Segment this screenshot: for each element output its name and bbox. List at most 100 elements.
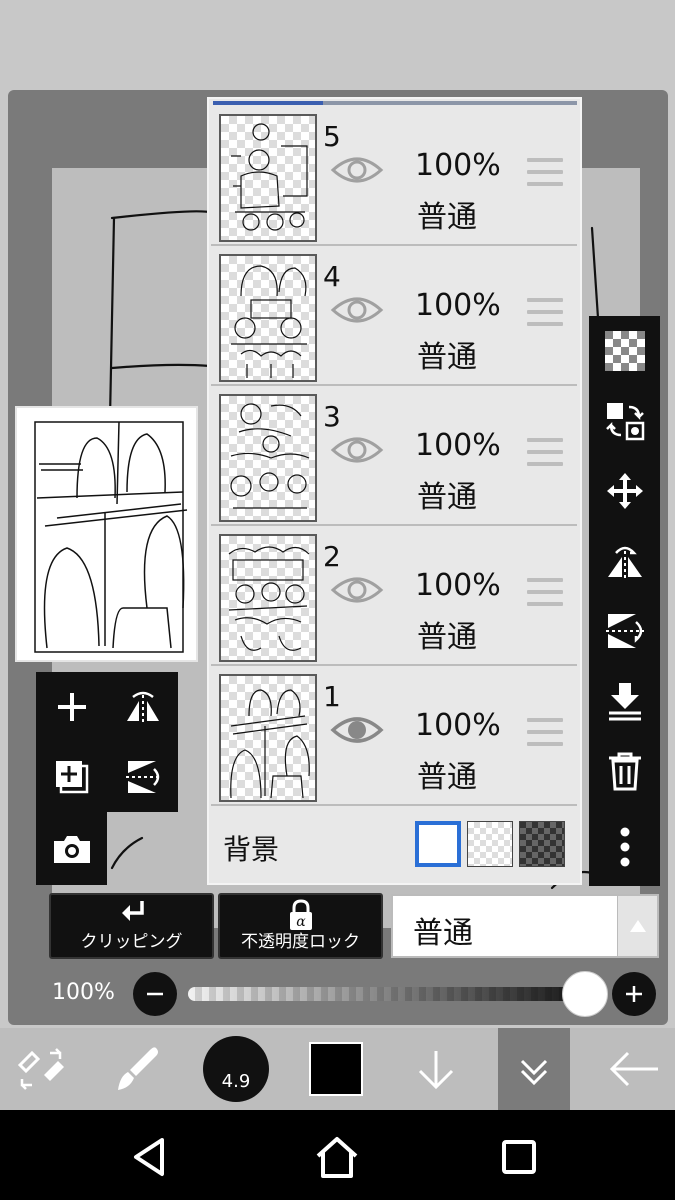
visibility-eye-icon[interactable] — [329, 430, 385, 470]
layer-opacity: 100% — [415, 288, 501, 323]
right-toolbox — [589, 316, 660, 886]
move-icon — [606, 473, 643, 509]
brush-size: 4.9 — [203, 1036, 269, 1102]
color-swatch — [309, 1042, 363, 1096]
system-nav-bar — [0, 1110, 675, 1200]
nav-back-icon[interactable] — [126, 1132, 176, 1182]
opacity-decrease-button[interactable] — [133, 972, 177, 1016]
flip-layer-horizontal-button[interactable] — [107, 672, 178, 742]
visibility-eye-icon[interactable] — [329, 710, 385, 750]
layer-row-4[interactable]: 4 100% 普通 — [211, 248, 577, 386]
left-toolbox — [36, 672, 178, 812]
download-button[interactable] — [396, 1028, 476, 1110]
flip-layer-vertical-button[interactable] — [107, 742, 178, 812]
opacity-slider-thumb[interactable] — [562, 971, 608, 1017]
swap-layer-button[interactable] — [589, 386, 660, 456]
brush-tool-button[interactable] — [96, 1028, 178, 1110]
visibility-eye-icon[interactable] — [329, 150, 385, 190]
layer-opacity: 100% — [415, 708, 501, 743]
visibility-eye-icon[interactable] — [329, 290, 385, 330]
blend-mode-select[interactable]: 普通 — [391, 894, 659, 958]
navigator-preview[interactable] — [15, 406, 198, 662]
layer-blend-mode: 普通 — [417, 620, 477, 655]
trash-icon — [608, 752, 641, 791]
visibility-eye-icon[interactable] — [329, 570, 385, 610]
drag-handle-icon[interactable] — [527, 718, 563, 748]
layer-thumbnail — [219, 534, 317, 662]
color-button[interactable] — [296, 1028, 376, 1110]
layer-thumbnail — [219, 114, 317, 242]
camera-icon — [53, 836, 90, 863]
left-toolbox-bottom — [36, 812, 107, 885]
flip-horizontal-icon — [126, 691, 159, 723]
more-icon — [620, 827, 629, 867]
layer-row-5[interactable]: 5 100% 普通 — [211, 108, 577, 246]
layer-row-3[interactable]: 3 100% 普通 — [211, 388, 577, 526]
layer-opacity: 100% — [415, 568, 501, 603]
nav-recents-icon[interactable] — [494, 1132, 544, 1182]
alpha-lock-label: 不透明度ロック — [241, 932, 360, 952]
alpha-lock-button[interactable]: α 不透明度ロック — [218, 893, 383, 959]
more-options-button[interactable] — [589, 812, 660, 882]
back-button[interactable] — [592, 1028, 675, 1110]
tool-switch-button[interactable] — [0, 1028, 82, 1110]
opacity-increase-button[interactable] — [612, 972, 656, 1016]
flip-vertical-icon — [605, 614, 644, 648]
layer-number: 3 — [323, 400, 341, 433]
clipping-label: クリッピング — [80, 932, 183, 952]
layer-row-1[interactable]: 1 100% 普通 — [211, 668, 577, 806]
drag-handle-icon[interactable] — [527, 158, 563, 188]
layer-thumbnail — [219, 674, 317, 802]
flip-vertical-button[interactable] — [589, 596, 660, 666]
swap-layer-icon — [605, 403, 644, 441]
bottom-toolbar: 4.9 — [0, 1028, 675, 1110]
layer-thumbnail — [219, 394, 317, 522]
layer-blend-mode: 普通 — [417, 340, 477, 375]
background-row: 背景 — [211, 808, 577, 883]
triangle-up-icon — [630, 920, 646, 932]
plus-icon — [626, 986, 642, 1002]
background-white-swatch[interactable] — [415, 821, 461, 867]
layer-blend-mode: 普通 — [417, 200, 477, 235]
background-dark-swatch[interactable] — [519, 821, 565, 867]
opacity-slider[interactable] — [188, 987, 600, 1001]
brush-size-button[interactable]: 4.9 — [200, 1028, 272, 1110]
duplicate-layer-icon — [55, 761, 88, 794]
transparency-button[interactable] — [589, 316, 660, 386]
blend-mode-value: 普通 — [413, 916, 473, 951]
merge-down-icon — [608, 683, 641, 721]
layers-collapse-icon — [520, 1059, 548, 1086]
layer-scrollbar-thumb[interactable] — [213, 101, 323, 105]
opacity-label: 100% — [52, 980, 115, 1005]
layer-number: 2 — [323, 540, 341, 573]
layer-blend-mode: 普通 — [417, 760, 477, 795]
drag-handle-icon[interactable] — [527, 438, 563, 468]
nav-home-icon[interactable] — [312, 1132, 362, 1182]
add-layer-icon — [57, 693, 86, 721]
brush-size-label: 4.9 — [221, 1071, 251, 1092]
background-label: 背景 — [223, 833, 280, 866]
back-arrow-icon — [609, 1051, 658, 1087]
layer-row-2[interactable]: 2 100% 普通 — [211, 528, 577, 666]
flip-horizontal-icon — [607, 546, 642, 579]
layers-button[interactable] — [498, 1028, 570, 1110]
move-layer-button[interactable] — [589, 456, 660, 526]
merge-down-button[interactable] — [589, 666, 660, 736]
layer-number: 4 — [323, 260, 341, 293]
add-layer-button[interactable] — [36, 672, 107, 742]
layer-number: 5 — [323, 120, 341, 153]
layer-opacity: 100% — [415, 148, 501, 183]
delete-layer-button[interactable] — [589, 736, 660, 806]
navigator-sketch — [34, 421, 188, 653]
minus-icon — [147, 992, 163, 996]
flip-vertical-icon — [125, 761, 160, 793]
drag-handle-icon[interactable] — [527, 578, 563, 608]
drag-handle-icon[interactable] — [527, 298, 563, 328]
clipping-button[interactable]: クリッピング — [49, 893, 214, 959]
camera-button[interactable] — [36, 814, 107, 884]
flip-horizontal-button[interactable] — [589, 526, 660, 596]
duplicate-layer-button[interactable] — [36, 742, 107, 812]
blend-mode-dropdown-button[interactable] — [617, 896, 657, 956]
layer-thumbnail — [219, 254, 317, 382]
background-transparent-swatch[interactable] — [467, 821, 513, 867]
